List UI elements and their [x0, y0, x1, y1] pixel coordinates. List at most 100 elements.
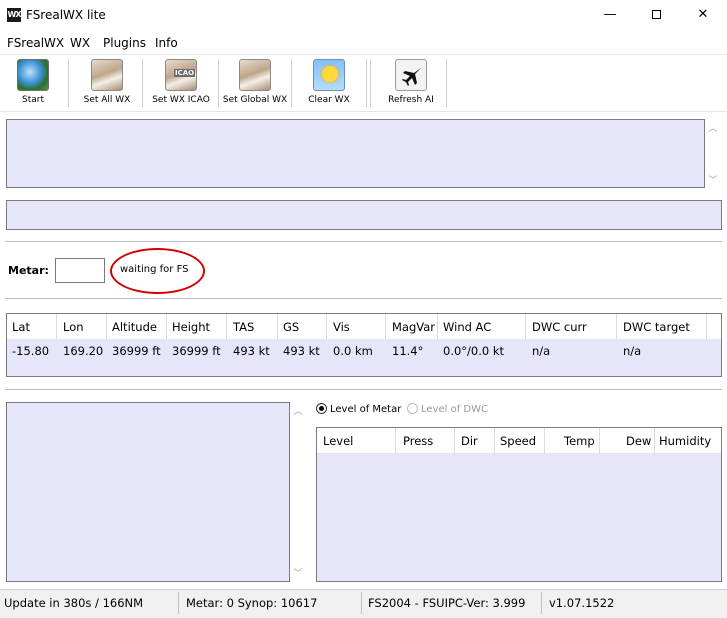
- column-separator: [106, 314, 107, 340]
- column-separator: [494, 428, 495, 454]
- cell-tas: 493 kt: [233, 344, 270, 358]
- menu-plugins[interactable]: Plugins: [103, 36, 146, 50]
- header-temp: Temp: [564, 434, 595, 448]
- toolbar-separator: [370, 59, 371, 107]
- status-fsuipc: FS2004 - FSUIPC-Ver: 3.999: [368, 596, 526, 610]
- toolbar-separator: [68, 59, 69, 107]
- radio-level-of-dwc[interactable]: Level of DWC: [407, 403, 488, 415]
- status-separator: [178, 592, 179, 614]
- status-counts: Metar: 0 Synop: 10617: [186, 596, 318, 610]
- maximize-button[interactable]: [636, 4, 676, 26]
- column-separator: [326, 314, 327, 340]
- cell-lon: 169.20: [63, 344, 104, 358]
- radio-selected-icon: [316, 403, 327, 414]
- sun-icon: [313, 59, 345, 91]
- header-height: Height: [172, 320, 211, 334]
- cell-gs: 493 kt: [283, 344, 320, 358]
- header-altitude: Altitude: [112, 320, 157, 334]
- set-wx-icao-label: Set WX ICAO: [152, 95, 210, 105]
- set-all-wx-label: Set All WX: [83, 95, 131, 105]
- clear-wx-label: Clear WX: [308, 95, 350, 105]
- maximize-icon: [651, 10, 661, 19]
- clear-wx-button[interactable]: Clear WX: [302, 59, 356, 111]
- synop-field[interactable]: [6, 200, 722, 230]
- cell-magvar: 11.4°: [392, 344, 424, 358]
- icao-badge: ICAO: [174, 69, 196, 77]
- divider: [5, 298, 722, 299]
- divider: [5, 241, 722, 242]
- set-global-wx-label: Set Global WX: [222, 95, 288, 105]
- header-dwc-target: DWC target: [623, 320, 690, 334]
- cell-altitude: 36999 ft: [112, 344, 161, 358]
- cell-lat: -15.80: [12, 344, 50, 358]
- column-separator: [616, 314, 617, 340]
- app-icon: WX: [7, 8, 22, 22]
- metar-textarea[interactable]: [6, 119, 705, 188]
- header-level: Level: [323, 434, 354, 448]
- toolbar-separator: [142, 59, 143, 107]
- header-gs: GS: [283, 320, 300, 334]
- status-bar: Update in 380s / 166NM Metar: 0 Synop: 1…: [0, 589, 727, 618]
- start-label: Start: [22, 95, 44, 105]
- info-textarea[interactable]: [6, 402, 290, 582]
- highlight-circle: [110, 248, 205, 294]
- status-separator: [361, 592, 362, 614]
- column-separator: [544, 428, 545, 454]
- refresh-ai-label: Refresh AI: [388, 95, 434, 105]
- window-title: FSrealWX lite: [26, 8, 106, 22]
- set-global-wx-button[interactable]: Set Global WX: [222, 59, 288, 111]
- column-separator: [56, 314, 57, 340]
- title-bar: WX FSrealWX lite — ✕: [0, 0, 727, 32]
- info-scrollbar[interactable]: ︿ ﹀: [290, 402, 306, 582]
- header-speed: Speed: [500, 434, 537, 448]
- menu-bar: FSrealWX WX Plugins Info: [0, 33, 727, 53]
- header-dwc-curr: DWC curr: [532, 320, 587, 334]
- header-wind-ac: Wind AC: [443, 320, 492, 334]
- flight-data-table: Lat Lon Altitude Height TAS GS Vis MagVa…: [6, 313, 722, 377]
- scroll-down-icon[interactable]: ﹀: [705, 173, 721, 186]
- toolbar-separator: [291, 59, 292, 107]
- column-separator: [385, 314, 386, 340]
- menu-fsrealwx[interactable]: FSrealWX: [7, 36, 64, 50]
- column-separator: [525, 314, 526, 340]
- cell-wind-ac: 0.0°/0.0 kt: [443, 344, 505, 358]
- menu-info[interactable]: Info: [155, 36, 178, 50]
- radio-dwc-label: Level of DWC: [421, 404, 488, 415]
- column-separator: [226, 314, 227, 340]
- radio-level-of-metar[interactable]: Level of Metar: [316, 403, 401, 415]
- start-button[interactable]: Start: [10, 59, 56, 111]
- global-clouds-icon: [239, 59, 271, 91]
- metar-label: Metar:: [8, 264, 49, 277]
- cell-height: 36999 ft: [172, 344, 221, 358]
- status-update: Update in 380s / 166NM: [4, 596, 144, 610]
- status-separator: [541, 592, 542, 614]
- toolbar-separator: [446, 59, 447, 107]
- radio-unselected-icon: [407, 403, 418, 414]
- globe-icon: [17, 59, 49, 91]
- scroll-up-icon[interactable]: ︿: [290, 404, 306, 417]
- refresh-ai-button[interactable]: Refresh AI: [382, 59, 440, 111]
- set-wx-icao-button[interactable]: ICAO Set WX ICAO: [148, 59, 214, 111]
- menu-wx[interactable]: WX: [70, 36, 90, 50]
- radio-metar-label: Level of Metar: [330, 404, 402, 415]
- set-all-wx-button[interactable]: Set All WX: [78, 59, 136, 111]
- close-button[interactable]: ✕: [683, 4, 723, 26]
- column-separator: [599, 428, 600, 454]
- column-separator: [395, 428, 396, 454]
- icao-clouds-icon: ICAO: [165, 59, 197, 91]
- column-separator: [437, 314, 438, 340]
- header-press: Press: [403, 434, 434, 448]
- table-header: Level Press Dir Speed Temp Dew Humidity: [317, 428, 721, 454]
- column-separator: [706, 314, 707, 340]
- scroll-up-icon[interactable]: ︿: [705, 121, 721, 134]
- scroll-down-icon[interactable]: ﹀: [290, 566, 306, 579]
- header-dir: Dir: [461, 434, 478, 448]
- column-separator: [277, 314, 278, 340]
- cell-dwc-target: n/a: [623, 344, 642, 358]
- metar-icao-input[interactable]: [55, 258, 105, 283]
- minimize-button[interactable]: —: [590, 4, 630, 26]
- header-lat: Lat: [12, 320, 30, 334]
- metar-scrollbar[interactable]: ︿ ﹀: [705, 119, 721, 188]
- header-vis: Vis: [333, 320, 350, 334]
- cell-dwc-curr: n/a: [532, 344, 551, 358]
